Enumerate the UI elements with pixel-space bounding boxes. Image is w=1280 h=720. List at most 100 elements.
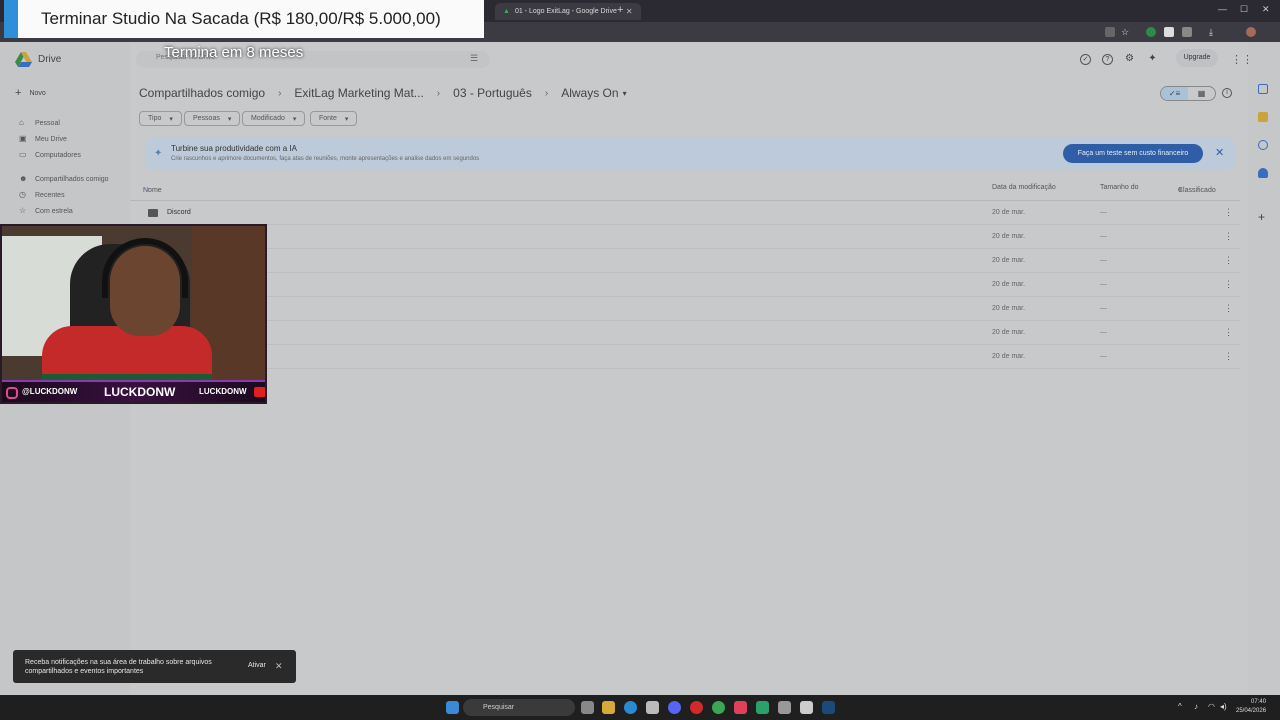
sidebar-item-pessoal[interactable]: ⌂ Pessoal bbox=[19, 119, 60, 127]
table-row[interactable]: 20 de mar. — ⋮ bbox=[140, 249, 1240, 273]
music-icon[interactable] bbox=[734, 701, 747, 714]
webcam-nameplate: @LUCKDONW LUCKDONW LUCKDONW bbox=[2, 380, 265, 402]
upgrade-button[interactable]: Upgrade bbox=[1176, 49, 1218, 67]
file-size: — bbox=[1100, 305, 1107, 312]
file-date: 20 de mar. bbox=[992, 329, 1026, 336]
sidebar-item-compartilhados[interactable]: ☻ Compartilhados comigo bbox=[19, 175, 109, 183]
clock-icon: ◷ bbox=[19, 190, 26, 199]
table-row[interactable]: 20 de mar. — ⋮ bbox=[140, 345, 1240, 369]
window-close-icon[interactable]: ✕ bbox=[1262, 4, 1270, 15]
drive-logo[interactable]: Drive bbox=[15, 52, 61, 67]
new-tab-icon[interactable]: + bbox=[617, 4, 623, 16]
list-view-icon[interactable]: ✓≡ bbox=[1161, 87, 1188, 100]
close-icon[interactable]: ✕ bbox=[275, 661, 283, 672]
steam-icon[interactable] bbox=[822, 701, 835, 714]
breadcrumb-item[interactable]: Compartilhados comigo bbox=[139, 86, 265, 100]
settings-gear-icon[interactable]: ⚙ bbox=[1124, 54, 1135, 65]
file-explorer-icon[interactable] bbox=[602, 701, 615, 714]
keep-icon[interactable] bbox=[1258, 112, 1268, 122]
filter-chip-label: Pessoas bbox=[193, 115, 220, 122]
breadcrumb-item[interactable]: 03 - Português bbox=[453, 86, 532, 100]
more-vert-icon[interactable]: ⋮ bbox=[1224, 279, 1233, 290]
table-row[interactable]: 20 de mar. — ⋮ bbox=[140, 225, 1240, 249]
more-vert-icon[interactable]: ⋮ bbox=[1224, 255, 1233, 266]
help-icon[interactable]: ? bbox=[1102, 54, 1113, 65]
filter-chip-modificado[interactable]: Modificado ▾ bbox=[242, 111, 306, 126]
app-icon[interactable] bbox=[756, 701, 769, 714]
more-vert-icon[interactable]: ⋮ bbox=[1224, 303, 1233, 314]
tray-chevron-icon[interactable]: ^ bbox=[1178, 702, 1182, 711]
search-options-icon[interactable]: ☰ bbox=[470, 53, 478, 64]
more-vert-icon[interactable]: ⋮ bbox=[1224, 351, 1233, 362]
new-button[interactable]: + Novo bbox=[15, 87, 46, 99]
microphone-icon[interactable]: ♪ bbox=[1194, 702, 1198, 711]
task-view-icon[interactable] bbox=[581, 701, 594, 714]
info-icon[interactable]: i bbox=[1222, 88, 1232, 98]
breadcrumb-current[interactable]: Always On bbox=[561, 86, 618, 100]
more-vert-icon[interactable]: ⋮ bbox=[1224, 231, 1233, 242]
table-row[interactable]: 20 de mar. — ⋮ bbox=[140, 273, 1240, 297]
column-size[interactable]: Tamanho do bbox=[1100, 184, 1139, 191]
add-addon-icon[interactable]: + bbox=[1258, 211, 1268, 223]
volume-icon[interactable]: ◂) bbox=[1220, 702, 1227, 711]
home-icon: ⌂ bbox=[19, 118, 24, 127]
filter-chip-fonte[interactable]: Fonte ▾ bbox=[310, 111, 358, 126]
minimize-icon[interactable]: — bbox=[1218, 4, 1227, 14]
maximize-icon[interactable]: ☐ bbox=[1240, 4, 1248, 15]
contacts-icon[interactable] bbox=[1258, 168, 1268, 178]
edge-icon[interactable] bbox=[624, 701, 637, 714]
more-vert-icon[interactable]: ⋮ bbox=[1224, 327, 1233, 338]
file-table-header: Nome ↑ Data da modificação Tamanho do ≡ … bbox=[130, 181, 1240, 201]
file-name: Discord bbox=[167, 209, 191, 216]
download-icon[interactable]: ⤓ bbox=[1209, 27, 1219, 37]
view-toggle: ✓≡ ▦ bbox=[1160, 86, 1216, 101]
profile-icon[interactable] bbox=[1246, 27, 1256, 37]
close-icon[interactable]: ✕ bbox=[626, 7, 633, 16]
sidebar-item-com-estrela[interactable]: ☆ Com estrela bbox=[19, 207, 73, 215]
extension-icon[interactable] bbox=[1164, 27, 1174, 37]
grid-view-icon[interactable]: ▦ bbox=[1188, 87, 1215, 100]
offline-status-icon[interactable]: ✓ bbox=[1080, 54, 1091, 65]
breadcrumb-item[interactable]: ExitLag Marketing Mat... bbox=[294, 86, 423, 100]
extension-icon[interactable] bbox=[1146, 27, 1156, 37]
store-icon[interactable] bbox=[646, 701, 659, 714]
notification-toast: Receba notificações na sua área de traba… bbox=[13, 650, 296, 683]
install-icon[interactable] bbox=[1105, 27, 1115, 37]
tab-title: 01 - Logo ExitLag - Google Drive bbox=[514, 8, 617, 15]
calendar-icon[interactable] bbox=[1258, 84, 1268, 94]
extension-icon[interactable] bbox=[1182, 27, 1192, 37]
table-row[interactable]: 20 de mar. — ⋮ bbox=[140, 321, 1240, 345]
file-size: — bbox=[1100, 209, 1107, 216]
opera-icon[interactable] bbox=[690, 701, 703, 714]
chevron-right-icon: › bbox=[436, 87, 441, 99]
more-vert-icon[interactable]: ⋮ bbox=[1224, 207, 1233, 218]
caret-down-icon[interactable]: ▾ bbox=[623, 89, 627, 98]
taskbar-clock[interactable]: 07:40 25/04/2026 bbox=[1236, 698, 1266, 716]
enable-notifications-button[interactable]: Ativar bbox=[248, 662, 266, 669]
column-modified[interactable]: Data da modificação bbox=[992, 184, 1056, 191]
sort-arrow-up-icon[interactable]: ↑ bbox=[147, 187, 151, 194]
tasks-icon[interactable] bbox=[1258, 140, 1268, 150]
settings-icon[interactable] bbox=[778, 701, 791, 714]
sidebar-item-meu-drive[interactable]: ▣ Meu Drive bbox=[19, 135, 67, 143]
sidebar-item-recentes[interactable]: ◷ Recentes bbox=[19, 191, 65, 199]
chrome-icon[interactable] bbox=[712, 701, 725, 714]
taskbar-search[interactable]: Pesquisar bbox=[463, 699, 575, 716]
table-row[interactable]: 20 de mar. — ⋮ bbox=[140, 297, 1240, 321]
filter-chip-pessoas[interactable]: Pessoas ▾ bbox=[184, 111, 241, 126]
network-icon[interactable]: ◠ bbox=[1208, 702, 1215, 711]
clock-time: 07:40 bbox=[1251, 699, 1267, 705]
app-icon[interactable] bbox=[800, 701, 813, 714]
gemini-spark-icon[interactable]: ✦ bbox=[1147, 54, 1158, 65]
filter-chip-tipo[interactable]: Tipo ▾ bbox=[139, 111, 182, 126]
start-icon[interactable] bbox=[446, 701, 459, 714]
filter-chip-label: Modificado bbox=[251, 115, 285, 122]
youtube-icon bbox=[254, 387, 265, 397]
table-row[interactable]: Discord 20 de mar. — ⋮ bbox=[140, 201, 1240, 225]
sidebar-item-computadores[interactable]: ▭ Computadores bbox=[19, 151, 81, 159]
star-icon[interactable]: ☆ bbox=[1121, 27, 1131, 37]
discord-icon[interactable] bbox=[668, 701, 681, 714]
close-icon[interactable]: ✕ bbox=[1215, 146, 1224, 159]
trial-button[interactable]: Faça um teste sem custo financeiro bbox=[1063, 144, 1203, 163]
file-date: 20 de mar. bbox=[992, 233, 1026, 240]
